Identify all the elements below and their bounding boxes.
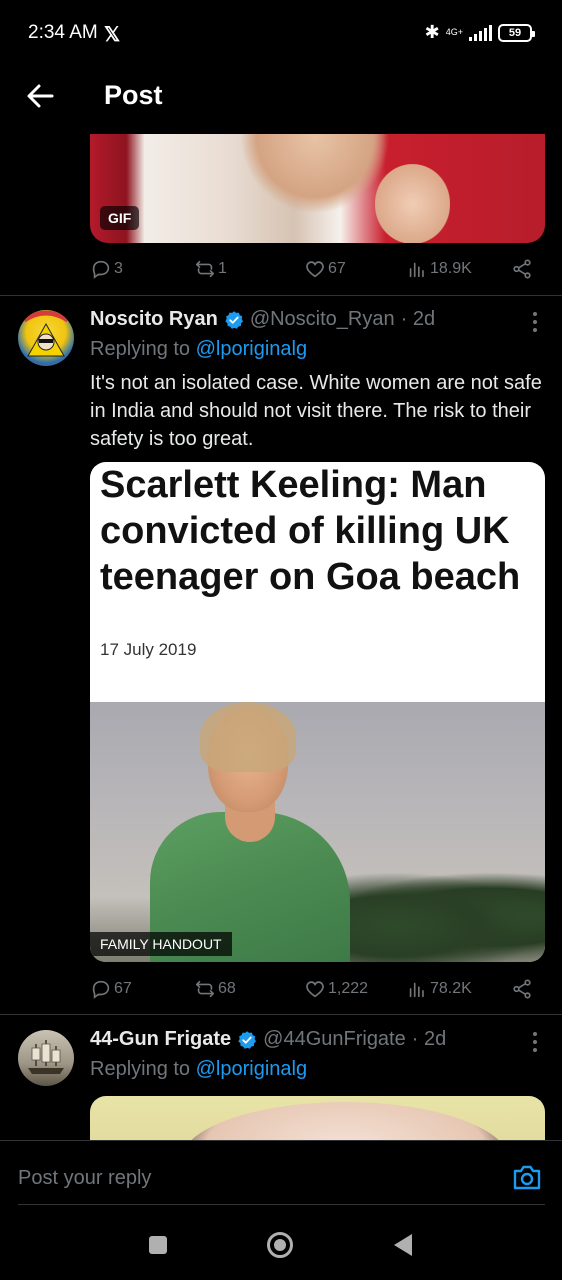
reply-underline: [18, 1204, 545, 1205]
battery-icon: 59: [498, 23, 535, 42]
gif-badge: GIF: [100, 206, 140, 230]
repost-button[interactable]: 1: [194, 258, 227, 280]
views-button[interactable]: 18.9K: [406, 258, 472, 280]
repost-count: 68: [218, 980, 236, 997]
tweet-actions: 67 68 1,222 78.2K: [90, 977, 535, 1001]
network-type: 4G+: [445, 27, 463, 37]
author-handle[interactable]: @Noscito_Ryan: [250, 308, 395, 331]
replying-prefix: Replying to: [90, 338, 196, 360]
status-time: 2:34 AM: [28, 22, 98, 43]
tweet-time: · 2d: [400, 308, 436, 330]
author-name[interactable]: 44-Gun Frigate: [90, 1028, 231, 1051]
replying-to-link[interactable]: @lporiginalg: [196, 338, 307, 360]
reply-count: 67: [114, 980, 132, 997]
share-button[interactable]: [511, 978, 533, 1000]
reply-input[interactable]: Post your reply: [18, 1167, 151, 1190]
system-nav-bar: [0, 1206, 562, 1280]
share-button[interactable]: [511, 258, 533, 280]
avatar[interactable]: [18, 310, 74, 366]
tweet-time: · 2d: [411, 1028, 447, 1050]
heart-icon: [306, 261, 324, 278]
status-icons: ✱ 4G+ 59: [424, 22, 535, 43]
share-icon: [513, 259, 531, 279]
tweet-media[interactable]: [90, 1096, 545, 1140]
back-button-icon[interactable]: [394, 1234, 412, 1256]
heart-icon: [306, 981, 324, 998]
media-face: [180, 1102, 510, 1140]
like-button[interactable]: 1,222: [304, 978, 368, 1000]
like-count: 67: [328, 260, 346, 277]
divider: [0, 295, 562, 296]
repost-icon: [195, 260, 215, 278]
views-button[interactable]: 78.2K: [406, 978, 472, 1000]
reply-bar: Post your reply: [0, 1140, 562, 1206]
home-button-icon[interactable]: [267, 1232, 293, 1258]
gif-frame-hand: [375, 164, 450, 243]
back-arrow-icon[interactable]: [22, 78, 58, 114]
photo-caption: FAMILY HANDOUT: [90, 932, 232, 956]
article-date: 17 July 2019: [100, 640, 197, 659]
replying-to-link[interactable]: @lporiginalg: [196, 1058, 307, 1080]
status-bar: 2:34 AM 𝕏 ✱ 4G+ 59: [0, 0, 562, 64]
repost-button[interactable]: 68: [194, 978, 236, 1000]
views-count: 18.9K: [430, 260, 472, 277]
reply-icon: [92, 980, 110, 999]
views-icon: [409, 982, 424, 998]
share-icon: [513, 979, 531, 999]
author-name[interactable]: Noscito Ryan: [90, 308, 218, 331]
article-card[interactable]: Scarlett Keeling: Man convicted of killi…: [90, 462, 545, 962]
views-icon: [409, 262, 424, 278]
reply-button[interactable]: 3: [90, 258, 123, 280]
repost-icon: [195, 980, 215, 998]
verified-badge-icon: [238, 1030, 257, 1049]
page-title: Post: [104, 80, 163, 110]
replying-to: Replying to @lporiginalg: [90, 338, 307, 361]
replying-to: Replying to @lporiginalg: [90, 1058, 307, 1081]
avatar[interactable]: [18, 1030, 74, 1086]
reply-count: 3: [114, 260, 123, 277]
verified-badge-icon: [225, 310, 243, 329]
replying-prefix: Replying to: [90, 1058, 196, 1080]
tweet-header: Noscito Ryan @Noscito_Ryan · 2d: [90, 308, 435, 331]
views-count: 78.2K: [430, 980, 472, 997]
avatar-art-icon: [22, 310, 70, 357]
repost-count: 1: [218, 260, 227, 277]
more-options-icon[interactable]: [532, 1032, 538, 1052]
top-tweet-actions: 3 1 67 18.9K: [90, 257, 535, 281]
tweet-header: 44-Gun Frigate @44GunFrigate · 2d: [90, 1028, 446, 1051]
gif-media[interactable]: GIF: [90, 134, 545, 243]
gif-frame-person: [240, 134, 390, 214]
recents-button-icon[interactable]: [149, 1236, 167, 1254]
more-options-icon[interactable]: [532, 312, 538, 332]
photo-hair: [200, 702, 296, 772]
reply-icon: [92, 260, 110, 279]
x-logo-icon: 𝕏: [104, 24, 121, 46]
divider: [0, 1014, 562, 1015]
camera-icon[interactable]: [512, 1163, 542, 1191]
article-photo: FAMILY HANDOUT: [90, 702, 545, 962]
header: Post: [0, 64, 562, 128]
signal-icon: [469, 24, 492, 41]
reply-button[interactable]: 67: [90, 978, 132, 1000]
like-count: 1,222: [328, 980, 369, 997]
author-handle[interactable]: @44GunFrigate: [263, 1028, 406, 1051]
article-headline: Scarlett Keeling: Man convicted of killi…: [100, 464, 521, 598]
ship-avatar-icon: [28, 1040, 64, 1074]
like-button[interactable]: 67: [304, 258, 346, 280]
photo-trees: [330, 872, 545, 962]
tweet-text: It's not an isolated case. White women a…: [90, 372, 542, 450]
bluetooth-icon: ✱: [424, 22, 440, 42]
battery-level: 59: [508, 26, 522, 39]
